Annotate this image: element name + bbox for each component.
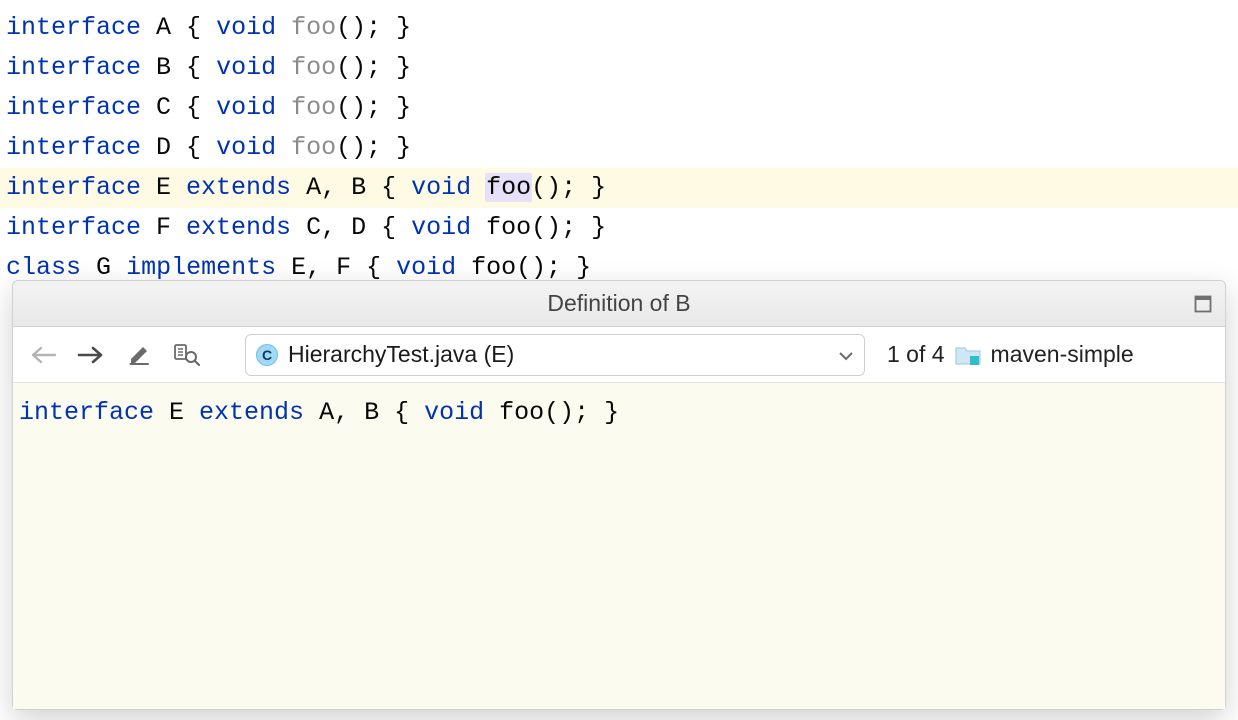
- edit-source-button[interactable]: [119, 335, 159, 375]
- maximize-icon: [1194, 295, 1212, 313]
- code-line[interactable]: interface B { void foo(); }: [6, 48, 1232, 88]
- definition-source-dropdown[interactable]: C HierarchyTest.java (E): [245, 334, 865, 376]
- result-count-label: 1 of 4: [887, 341, 945, 368]
- popup-title: Definition of B: [547, 290, 690, 317]
- arrow-right-icon: [77, 345, 105, 365]
- code-line[interactable]: interface A { void foo(); }: [6, 8, 1232, 48]
- code-editor[interactable]: interface A { void foo(); }interface B {…: [0, 0, 1238, 288]
- definition-popup: Definition of B: [12, 280, 1226, 710]
- pencil-icon: [127, 343, 151, 367]
- definition-preview[interactable]: interface E extends A, B { void foo(); }: [13, 383, 1225, 709]
- nav-forward-button[interactable]: [71, 335, 111, 375]
- show-usages-button[interactable]: [167, 335, 207, 375]
- arrow-left-icon: [29, 345, 57, 365]
- maximize-button[interactable]: [1191, 292, 1215, 316]
- popup-toolbar-right: 1 of 4 maven-simple: [887, 341, 1134, 368]
- find-usages-icon: [174, 343, 200, 367]
- code-line[interactable]: interface F extends C, D { void foo(); }: [6, 208, 1232, 248]
- nav-back-button: [23, 335, 63, 375]
- module-name: maven-simple: [991, 341, 1134, 368]
- module-folder-icon: [955, 344, 981, 366]
- popup-titlebar: Definition of B: [13, 281, 1225, 327]
- code-line[interactable]: interface D { void foo(); }: [6, 128, 1232, 168]
- definition-code-line: interface E extends A, B { void foo(); }: [19, 393, 1219, 433]
- definition-source-label: HierarchyTest.java (E): [288, 341, 828, 368]
- class-icon: C: [256, 344, 278, 366]
- chevron-down-icon: [838, 340, 854, 369]
- code-line[interactable]: interface E extends A, B { void foo(); }: [0, 168, 1238, 208]
- code-line[interactable]: interface C { void foo(); }: [6, 88, 1232, 128]
- popup-toolbar: C HierarchyTest.java (E) 1 of 4 maven-si…: [13, 327, 1225, 383]
